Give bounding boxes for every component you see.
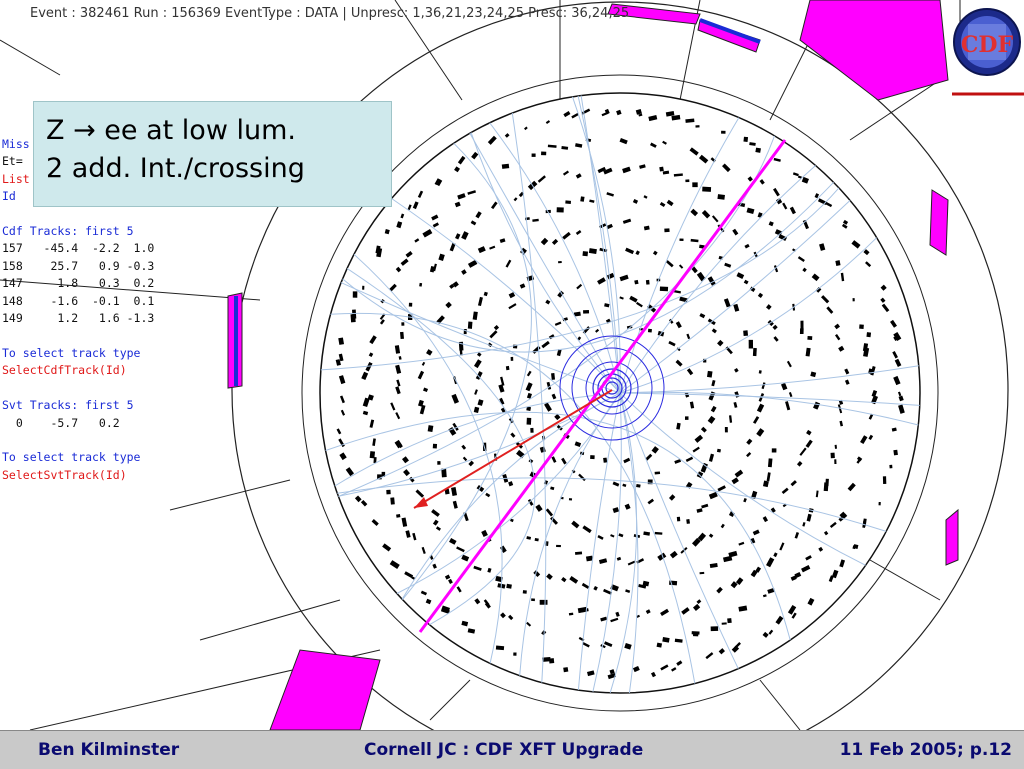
panel-line: 0 -5.7 0.2	[2, 415, 120, 430]
svg-text:CDF: CDF	[961, 32, 1014, 58]
footer-date-page: 11 Feb 2005; p.12	[839, 740, 1012, 760]
panel-line: To select track type	[2, 345, 141, 360]
cdf-logo: CDF	[952, 8, 1024, 96]
panel-line: 149 1.2 1.6 -1.3	[2, 311, 155, 326]
panel-line: Svt Tracks: first 5	[2, 398, 134, 413]
callout-box: Z → ee at low lum. 2 add. Int./crossing	[33, 101, 392, 207]
footer-author: Ben Kilminster	[38, 740, 180, 760]
event-info-header: Event : 382461 Run : 156369 EventType : …	[30, 6, 630, 21]
panel-line: To select track type	[2, 450, 141, 465]
footer-title: Cornell JC : CDF XFT Upgrade	[364, 740, 644, 760]
footer-bar: Ben Kilminster Cornell JC : CDF XFT Upgr…	[0, 730, 1024, 769]
panel-line: 158 25.7 0.9 -0.3	[2, 258, 155, 273]
panel-line	[2, 380, 182, 397]
panel-line: SelectSvtTrack(Id)	[2, 467, 127, 482]
panel-line: 157 -45.4 -2.2 1.0	[2, 241, 155, 256]
panel-line: Cdf Tracks: first 5	[2, 224, 134, 239]
panel-line	[2, 206, 182, 223]
panel-line: 148 -1.6 -0.1 0.1	[2, 293, 155, 308]
panel-line	[2, 432, 182, 449]
panel-line: SelectCdfTrack(Id)	[2, 363, 127, 378]
panel-line: 147 1.8 0.3 0.2	[2, 276, 155, 291]
panel-line	[2, 327, 182, 344]
callout-line-2: 2 add. Int./crossing	[46, 153, 305, 184]
callout-line-1: Z → ee at low lum.	[46, 115, 296, 146]
